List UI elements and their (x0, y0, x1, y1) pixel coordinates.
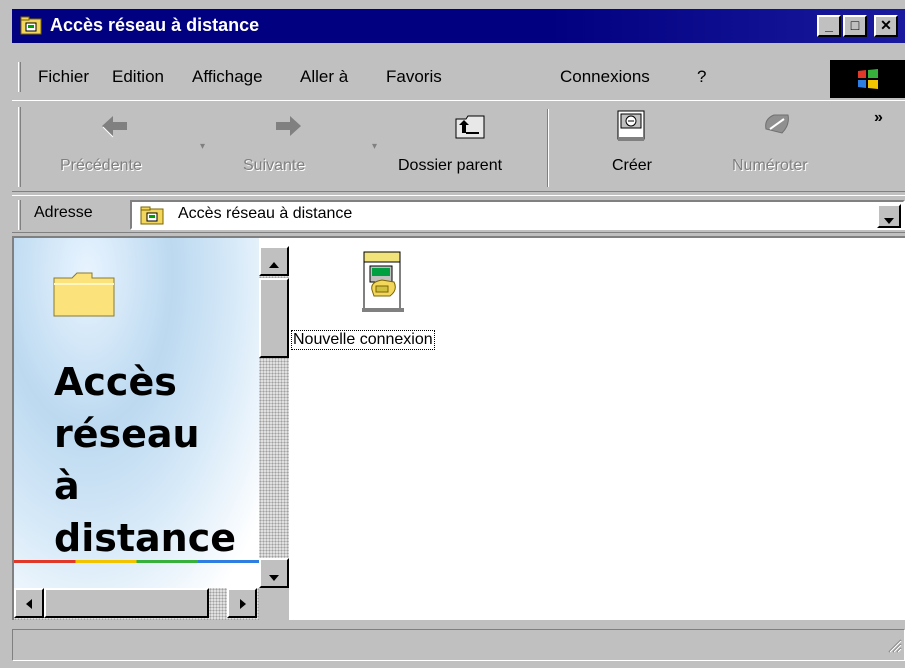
toolbar-separator (547, 109, 549, 187)
chevron-down-icon (883, 212, 895, 230)
forward-label: Suivante (243, 157, 306, 174)
menu-grip[interactable] (18, 62, 21, 92)
back-dropdown-icon: ▾ (200, 141, 206, 152)
menu-edition[interactable]: Edition (112, 67, 164, 87)
toolbar-grip[interactable] (18, 107, 21, 187)
address-grip[interactable] (18, 200, 21, 230)
resize-grip-icon[interactable] (886, 637, 902, 658)
new-connection-icon (356, 250, 412, 325)
address-dropdown-button[interactable] (877, 204, 901, 228)
address-label: Adresse (34, 204, 93, 221)
scroll-up-button[interactable] (259, 246, 289, 276)
arrow-down-icon (268, 569, 280, 587)
status-bar (12, 627, 905, 663)
vertical-scroll-thumb[interactable] (259, 278, 289, 358)
create-button[interactable]: Créer (582, 109, 682, 193)
up-folder-button[interactable]: Dossier parent (397, 109, 542, 193)
arrow-up-icon (268, 256, 280, 274)
forward-dropdown-icon: ▾ (372, 141, 378, 152)
windows-logo-icon (830, 60, 905, 98)
large-folder-icon (52, 270, 116, 323)
arrow-left-icon (25, 597, 33, 615)
maximize-icon: □ (850, 17, 860, 33)
title-bar[interactable]: Accès réseau à distance _ □ ✕ (12, 9, 905, 43)
standard-toolbar: Précédente ▾ Suivante ▾ Dossier parent C… (12, 100, 905, 192)
address-bar: Adresse Accès réseau à distance (12, 195, 905, 233)
rainbow-divider (14, 560, 259, 563)
horizontal-scrollbar[interactable] (14, 588, 259, 620)
address-input[interactable]: Accès réseau à distance (130, 200, 905, 230)
scroll-down-button[interactable] (259, 558, 289, 588)
back-label: Précédente (60, 157, 142, 174)
menu-aller-a[interactable]: Aller à (300, 67, 348, 87)
minimize-icon: _ (825, 17, 833, 33)
dial-label: Numéroter (732, 157, 808, 174)
scroll-left-button[interactable] (14, 588, 44, 618)
scroll-right-button[interactable] (227, 588, 257, 618)
menu-help[interactable]: ? (697, 67, 706, 87)
web-view-panel: Accès réseau à distance (14, 238, 259, 588)
status-panel (12, 629, 905, 661)
close-icon: ✕ (880, 17, 892, 33)
address-value: Accès réseau à distance (178, 205, 353, 222)
dial-phone-icon (760, 111, 794, 148)
scrollbar-corner (259, 588, 289, 620)
panel-heading: Accès réseau à distance (54, 360, 237, 560)
close-button[interactable]: ✕ (874, 15, 898, 37)
menu-bar: Fichier Edition Affichage Aller à Favori… (12, 60, 905, 98)
arrow-right-icon (239, 597, 247, 615)
folder-view: Accès réseau à distance Nouvelle connexi… (12, 236, 905, 620)
menu-fichier[interactable]: Fichier (38, 67, 89, 87)
explorer-window: Accès réseau à distance _ □ ✕ Fichier Ed… (0, 0, 905, 668)
menu-affichage[interactable]: Affichage (192, 67, 263, 87)
maximize-button[interactable]: □ (843, 15, 867, 37)
minimize-button[interactable]: _ (817, 15, 841, 37)
address-folder-icon (140, 205, 164, 230)
up-folder-label: Dossier parent (398, 157, 503, 174)
file-item-new-connection[interactable]: Nouvelle connexion (290, 246, 490, 356)
window-title: Accès réseau à distance (50, 15, 260, 35)
horizontal-scroll-thumb[interactable] (44, 588, 209, 618)
toolbar-more-chevron[interactable]: » (874, 109, 883, 127)
up-folder-icon (453, 111, 487, 146)
menu-connexions[interactable]: Connexions (560, 67, 650, 87)
dial-button[interactable]: Numéroter (712, 109, 852, 193)
back-arrow-icon (100, 113, 130, 144)
create-label: Créer (612, 157, 653, 174)
vertical-scrollbar[interactable] (259, 246, 289, 588)
forward-button[interactable]: Suivante ▾ (217, 109, 377, 193)
dialup-folder-icon (20, 15, 42, 35)
forward-arrow-icon (273, 113, 303, 144)
file-item-label: Nouvelle connexion (291, 330, 435, 350)
menu-favoris[interactable]: Favoris (386, 67, 442, 87)
create-connection-icon (614, 109, 648, 148)
back-button[interactable]: Précédente ▾ (32, 109, 206, 193)
